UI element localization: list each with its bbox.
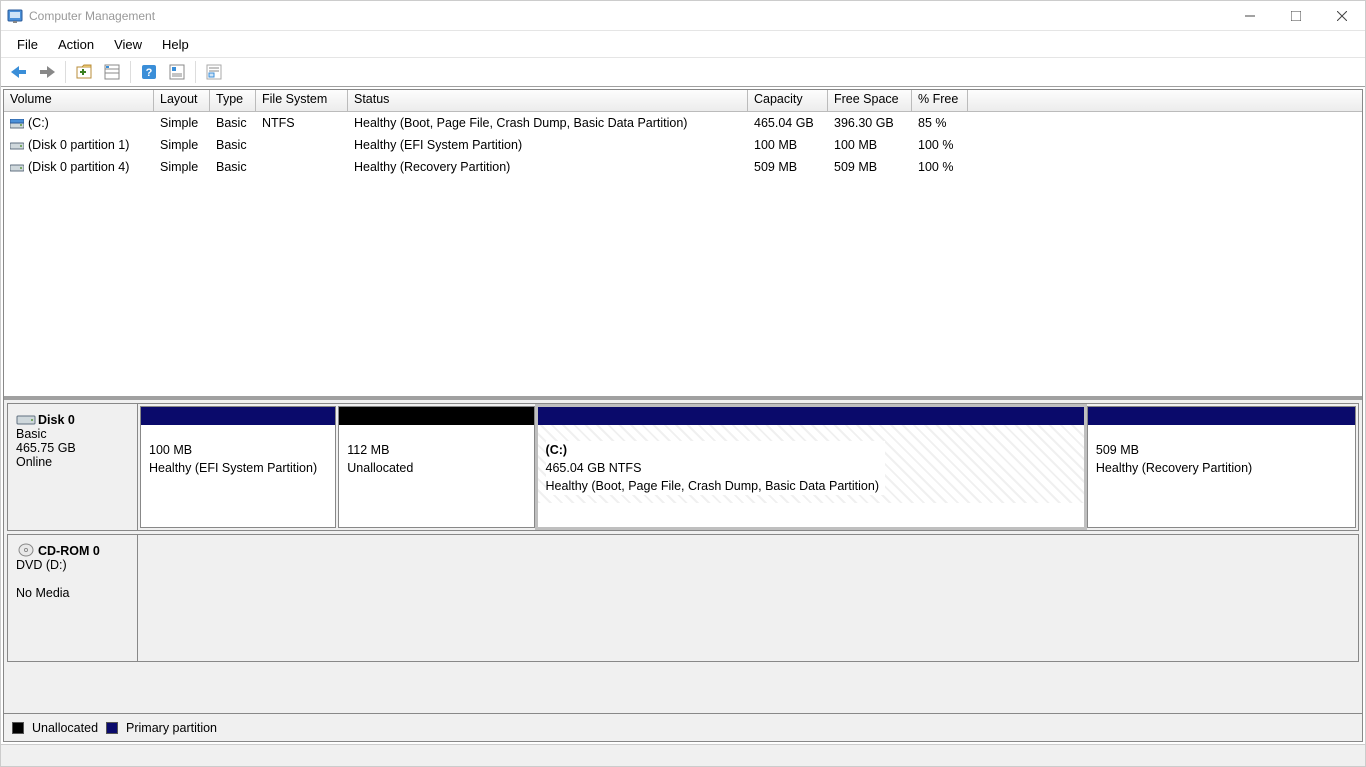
- window: Computer Management File Action View Hel…: [0, 0, 1366, 767]
- volume-list-header: Volume Layout Type File System Status Ca…: [4, 90, 1362, 112]
- disk-pane: Disk 0Basic465.75 GBOnline100 MBHealthy …: [4, 400, 1362, 741]
- status-bar: [1, 744, 1365, 766]
- legend-unallocated: Unallocated: [32, 721, 98, 735]
- disk-partitions: [138, 535, 1358, 661]
- drive-icon: [10, 118, 24, 128]
- partition-primary[interactable]: 509 MBHealthy (Recovery Partition): [1087, 406, 1356, 528]
- partition-unallocated[interactable]: 112 MBUnallocated: [338, 406, 534, 528]
- disk-label[interactable]: CD-ROM 0DVD (D:)No Media: [8, 535, 138, 661]
- settings-icon[interactable]: [165, 60, 189, 84]
- main-pane: Volume Layout Type File System Status Ca…: [3, 89, 1363, 742]
- col-header-capacity[interactable]: Capacity: [748, 90, 828, 111]
- maximize-button[interactable]: [1273, 1, 1319, 31]
- col-header-status[interactable]: Status: [348, 90, 748, 111]
- back-button[interactable]: [7, 60, 31, 84]
- partition-primary[interactable]: 100 MBHealthy (EFI System Partition): [140, 406, 336, 528]
- toolbar: ?: [1, 57, 1365, 87]
- disk-row: CD-ROM 0DVD (D:)No Media: [7, 534, 1359, 662]
- col-header-free[interactable]: Free Space: [828, 90, 912, 111]
- list-icon[interactable]: [202, 60, 226, 84]
- col-header-volume[interactable]: Volume: [4, 90, 154, 111]
- disk-rows: Disk 0Basic465.75 GBOnline100 MBHealthy …: [4, 400, 1362, 713]
- refresh-icon[interactable]: [72, 60, 96, 84]
- menu-view[interactable]: View: [104, 34, 152, 55]
- legend-swatch-unallocated: [12, 722, 24, 734]
- col-header-layout[interactable]: Layout: [154, 90, 210, 111]
- menubar: File Action View Help: [1, 31, 1365, 57]
- disk-label[interactable]: Disk 0Basic465.75 GBOnline: [8, 404, 138, 530]
- disk-partitions: 100 MBHealthy (EFI System Partition)112 …: [138, 404, 1358, 530]
- menu-help[interactable]: Help: [152, 34, 199, 55]
- menu-action[interactable]: Action: [48, 34, 104, 55]
- menu-file[interactable]: File: [7, 34, 48, 55]
- legend-swatch-primary: [106, 722, 118, 734]
- volume-list: Volume Layout Type File System Status Ca…: [4, 90, 1362, 400]
- window-title: Computer Management: [29, 9, 155, 23]
- disk-row: Disk 0Basic465.75 GBOnline100 MBHealthy …: [7, 403, 1359, 531]
- partition-primary[interactable]: (C:)465.04 GB NTFSHealthy (Boot, Page Fi…: [537, 406, 1085, 528]
- minimize-button[interactable]: [1227, 1, 1273, 31]
- table-row[interactable]: (C:)SimpleBasicNTFSHealthy (Boot, Page F…: [4, 112, 1362, 134]
- help-icon[interactable]: ?: [137, 60, 161, 84]
- volume-list-body[interactable]: (C:)SimpleBasicNTFSHealthy (Boot, Page F…: [4, 112, 1362, 396]
- legend-primary: Primary partition: [126, 721, 217, 735]
- forward-button[interactable]: [35, 60, 59, 84]
- table-row[interactable]: (Disk 0 partition 4)SimpleBasicHealthy (…: [4, 156, 1362, 178]
- table-row[interactable]: (Disk 0 partition 1)SimpleBasicHealthy (…: [4, 134, 1362, 156]
- col-header-fs[interactable]: File System: [256, 90, 348, 111]
- close-button[interactable]: [1319, 1, 1365, 31]
- col-header-spacer: [968, 90, 1362, 111]
- app-icon: [7, 8, 23, 24]
- partition-icon: [10, 162, 24, 172]
- partition-icon: [10, 140, 24, 150]
- col-header-type[interactable]: Type: [210, 90, 256, 111]
- legend: Unallocated Primary partition: [4, 713, 1362, 741]
- svg-text:?: ?: [146, 67, 153, 79]
- properties-icon[interactable]: [100, 60, 124, 84]
- col-header-pct[interactable]: % Free: [912, 90, 968, 111]
- titlebar: Computer Management: [1, 1, 1365, 31]
